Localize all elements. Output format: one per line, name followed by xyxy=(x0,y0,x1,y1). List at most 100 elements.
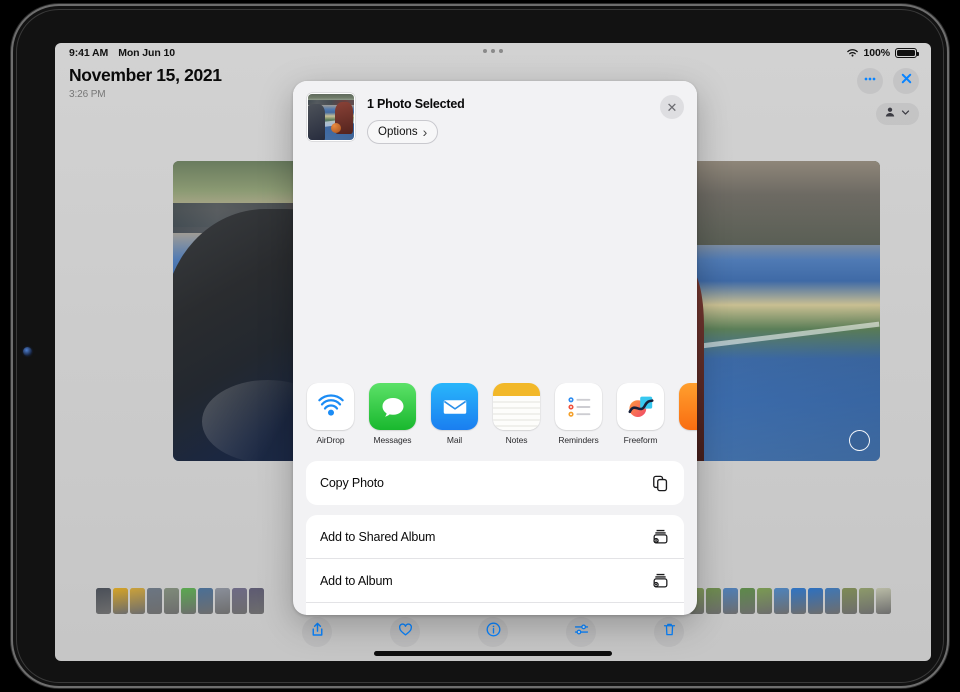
page-subtitle: 3:26 PM xyxy=(69,89,106,100)
action-row-add-to-album[interactable]: Add to Album xyxy=(306,559,684,603)
share-target-b[interactable]: B xyxy=(679,383,697,445)
close-x-icon xyxy=(899,71,914,91)
person-icon xyxy=(884,105,896,123)
filmstrip-thumbnail[interactable] xyxy=(163,588,179,614)
trash-icon xyxy=(661,621,678,643)
share-target-reminders[interactable]: Reminders xyxy=(555,383,602,445)
options-button[interactable]: Options › xyxy=(367,120,439,144)
filmstrip-thumbnail[interactable] xyxy=(248,588,264,614)
action-label: Add to Shared Album xyxy=(320,529,436,544)
more-ellipsis-icon xyxy=(862,71,878,92)
share-target-mail[interactable]: Mail xyxy=(431,383,478,445)
shared-album-icon xyxy=(651,527,670,546)
share-sheet-title: 1 Photo Selected xyxy=(367,97,465,111)
status-bar: 9:41 AM Mon Jun 10 100% xyxy=(55,43,931,63)
reminders-icon xyxy=(555,383,602,430)
close-x-icon: ✕ xyxy=(666,99,678,115)
share-button[interactable] xyxy=(302,617,332,647)
filmstrip-thumbnail[interactable] xyxy=(790,588,806,614)
action-label: Add to Album xyxy=(320,573,393,588)
share-target-label: B xyxy=(679,435,697,445)
filmstrip-thumbnail[interactable] xyxy=(95,588,111,614)
info-circle-icon xyxy=(485,621,502,643)
share-target-messages[interactable]: Messages xyxy=(369,383,416,445)
close-sheet-button[interactable]: ✕ xyxy=(660,95,684,119)
filmstrip-thumbnail[interactable] xyxy=(756,588,772,614)
edit-button[interactable] xyxy=(566,617,596,647)
ipad-device-frame: 9:41 AM Mon Jun 10 100% November 15, 202… xyxy=(13,6,947,686)
share-up-arrow-icon xyxy=(309,621,326,643)
options-label: Options xyxy=(378,126,418,138)
action-group-2: Add to Shared Album Add to Album AirPlay xyxy=(306,515,684,615)
filmstrip-thumbnail[interactable] xyxy=(722,588,738,614)
battery-percent-label: 100% xyxy=(863,47,891,59)
action-label: Copy Photo xyxy=(320,476,384,490)
status-date: Mon Jun 10 xyxy=(118,47,175,59)
share-sheet-header: 1 Photo Selected Options › ✕ xyxy=(293,81,697,161)
action-group-1: Copy Photo xyxy=(306,461,684,505)
share-target-label: AirDrop xyxy=(316,435,345,445)
action-row-airplay[interactable]: AirPlay xyxy=(306,603,684,615)
filmstrip-thumbnail[interactable] xyxy=(824,588,840,614)
filmstrip-thumbnail[interactable] xyxy=(146,588,162,614)
bottom-toolbar xyxy=(55,617,931,647)
books-icon xyxy=(679,383,697,430)
share-target-label: Messages xyxy=(373,435,412,445)
bezel-indicator-dot xyxy=(23,347,32,356)
add-album-icon xyxy=(651,571,670,590)
action-row-add-to-shared-album[interactable]: Add to Shared Album xyxy=(306,515,684,559)
chevron-down-icon xyxy=(900,105,911,123)
filmstrip-thumbnail[interactable] xyxy=(841,588,857,614)
filmstrip-thumbnail[interactable] xyxy=(180,588,196,614)
filmstrip-thumbnail[interactable] xyxy=(739,588,755,614)
share-target-label: Mail xyxy=(446,435,463,445)
header-actions xyxy=(857,68,919,94)
sliders-icon xyxy=(573,621,590,643)
freeform-icon xyxy=(617,383,664,430)
delete-button[interactable] xyxy=(654,617,684,647)
share-targets-row[interactable]: AirDrop Messages Mail Notes Reminders Fr… xyxy=(293,383,697,461)
filmstrip-thumbnail[interactable] xyxy=(231,588,247,614)
filmstrip-thumbnail[interactable] xyxy=(214,588,230,614)
filmstrip-thumbnail[interactable] xyxy=(197,588,213,614)
share-target-label: Freeform xyxy=(623,435,658,445)
multitasking-handle[interactable] xyxy=(483,49,503,53)
action-row-copy-photo[interactable]: Copy Photo xyxy=(306,461,684,505)
copy-icon xyxy=(651,474,670,493)
filmstrip-thumbnail[interactable] xyxy=(875,588,891,614)
home-indicator[interactable] xyxy=(374,651,612,656)
participants-button[interactable] xyxy=(876,103,919,125)
status-time: 9:41 AM xyxy=(69,47,109,59)
info-button[interactable] xyxy=(478,617,508,647)
share-sheet: 1 Photo Selected Options › ✕ AirDrop Mes… xyxy=(293,81,697,615)
favorite-button[interactable] xyxy=(390,617,420,647)
share-target-freeform[interactable]: Freeform xyxy=(617,383,664,445)
filmstrip-thumbnail[interactable] xyxy=(807,588,823,614)
battery-icon xyxy=(895,47,919,59)
share-target-notes[interactable]: Notes xyxy=(493,383,540,445)
close-view-button[interactable] xyxy=(893,68,919,94)
ipad-screen: 9:41 AM Mon Jun 10 100% November 15, 202… xyxy=(55,43,931,661)
more-options-button[interactable] xyxy=(857,68,883,94)
airdrop-icon xyxy=(307,383,354,430)
heart-icon xyxy=(397,621,414,643)
selection-circle-icon[interactable] xyxy=(849,430,870,451)
share-target-label: Notes xyxy=(505,435,528,445)
filmstrip-thumbnail[interactable] xyxy=(129,588,145,614)
wifi-icon xyxy=(846,48,859,58)
chevron-right-icon: › xyxy=(422,124,428,140)
filmstrip-thumbnail[interactable] xyxy=(705,588,721,614)
filmstrip-thumbnail[interactable] xyxy=(858,588,874,614)
share-actions-list[interactable]: Copy Photo Add to Shared Album Add to Al… xyxy=(293,461,697,615)
filmstrip-thumbnail[interactable] xyxy=(773,588,789,614)
share-sheet-photo-region xyxy=(293,161,697,363)
page-title: November 15, 2021 xyxy=(69,65,222,85)
messages-icon xyxy=(369,383,416,430)
selected-photo-thumbnail xyxy=(307,93,355,141)
page-header: November 15, 2021 3:26 PM xyxy=(69,65,222,100)
share-target-label: Reminders xyxy=(558,435,599,445)
mail-icon xyxy=(431,383,478,430)
notes-icon xyxy=(493,383,540,430)
filmstrip-thumbnail[interactable] xyxy=(112,588,128,614)
share-target-airdrop[interactable]: AirDrop xyxy=(307,383,354,445)
